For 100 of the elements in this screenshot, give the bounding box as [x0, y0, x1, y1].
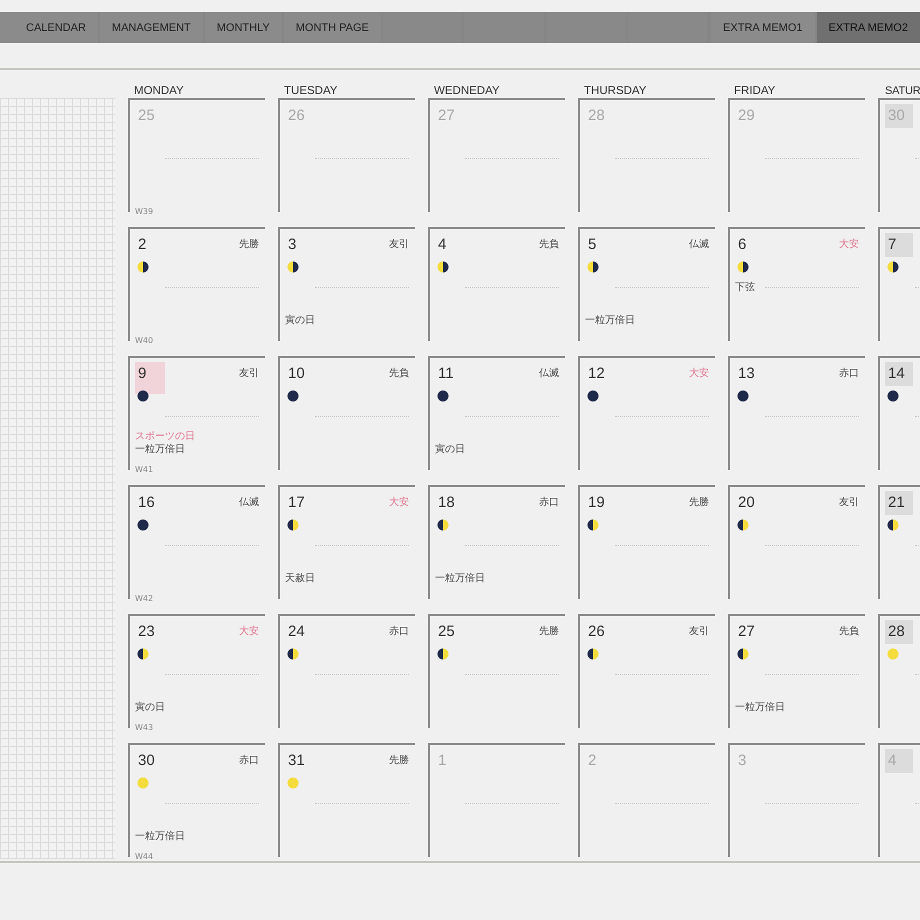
event-label: 寅の日 — [135, 702, 166, 713]
rokuyo-label: 先勝 — [239, 238, 259, 251]
date-number: 5 — [587, 235, 598, 255]
rokuyo-label: 大安 — [839, 238, 859, 251]
event-label: 一粒万倍日 — [135, 444, 186, 455]
nav-tab[interactable]: CALENDAR — [0, 12, 98, 43]
date-number: 1 — [437, 751, 448, 771]
day-cell[interactable]: 4 先負 — [428, 227, 565, 341]
date-number: 10 — [287, 364, 306, 384]
date-number: 12 — [587, 364, 606, 384]
rokuyo-label: 先勝 — [389, 754, 409, 767]
day-cell[interactable]: 27 先負 一粒万倍日 — [728, 614, 865, 728]
nav-tab[interactable]: MONTHLY — [204, 12, 282, 43]
rokuyo-label: 大安 — [389, 496, 409, 509]
date-number: 13 — [737, 364, 756, 384]
date-number: 2 — [137, 235, 148, 255]
rokuyo-label: 友引 — [389, 238, 409, 251]
day-cell[interactable]: 30 赤口 一粒万倍日 W44 — [128, 743, 265, 857]
event-label: スポーツの日 — [135, 431, 196, 442]
day-cell[interactable]: 12 大安 — [578, 356, 715, 470]
date-number: 28 — [885, 620, 913, 644]
day-cell[interactable]: 10 先負 — [278, 356, 415, 470]
day-cell[interactable]: 2 先勝 W40 — [128, 227, 265, 341]
date-number: 14 — [885, 362, 913, 386]
rokuyo-label: 先勝 — [539, 624, 559, 638]
day-cell[interactable]: 11 仏滅 寅の日 — [428, 356, 565, 470]
day-cell[interactable]: 19 先勝 — [578, 485, 715, 599]
day-cell[interactable]: 25 先勝 — [428, 614, 565, 728]
day-cell[interactable]: 9 友引 スポーツの日 一粒万倍日 W41 — [128, 356, 265, 470]
event-label: 一粒万倍日 — [585, 315, 636, 326]
date-number: 4 — [437, 235, 448, 255]
day-cell[interactable]: 28 — [878, 614, 920, 728]
day-cell[interactable]: 24 赤口 — [278, 614, 415, 728]
nav-tab[interactable]: MANAGEMENT — [100, 12, 203, 43]
weekday-label: SATUR — [884, 84, 920, 98]
rokuyo-label: 大安 — [239, 624, 259, 638]
day-cell[interactable]: 14 — [878, 356, 920, 470]
date-number: 27 — [737, 622, 756, 642]
date-number: 24 — [287, 622, 306, 642]
date-number: 25 — [137, 106, 156, 126]
rokuyo-label: 友引 — [689, 625, 709, 638]
rokuyo-label: 友引 — [839, 496, 859, 509]
date-number: 25 — [437, 622, 456, 642]
weekday-label: MONDAY — [133, 84, 185, 98]
date-number: 23 — [137, 622, 156, 642]
event-label: 一粒万倍日 — [735, 702, 786, 713]
rokuyo-label: 先負 — [389, 366, 409, 380]
date-number: 3 — [737, 751, 748, 771]
date-number: 20 — [737, 493, 756, 513]
rokuyo-label: 友引 — [239, 367, 259, 380]
day-cell[interactable]: 26 友引 — [578, 614, 715, 728]
date-number: 16 — [137, 493, 156, 513]
day-cell[interactable]: 13 赤口 — [728, 356, 865, 470]
date-number: 2 — [587, 751, 598, 771]
event-label: 天赦日 — [285, 573, 316, 584]
date-number: 27 — [437, 106, 456, 126]
date-number: 3 — [287, 235, 298, 255]
weekday-label: TUESDAY — [283, 84, 338, 98]
nav-tab[interactable]: MONTH PAGE — [284, 12, 381, 43]
nav-tab[interactable]: EXTRA MEMO2 — [816, 12, 920, 43]
day-cell[interactable]: 17 大安 天赦日 — [278, 485, 415, 599]
rokuyo-label: 仏滅 — [689, 238, 709, 251]
nav-tab[interactable]: EXTRA MEMO1 — [711, 12, 815, 43]
rokuyo-label: 赤口 — [839, 366, 859, 380]
rokuyo-label: 大安 — [689, 366, 709, 380]
day-cell[interactable]: 3 友引 寅の日 — [278, 227, 415, 341]
date-number: 7 — [885, 233, 913, 257]
event-label: 寅の日 — [285, 315, 316, 326]
date-number: 26 — [287, 106, 306, 126]
day-cell[interactable]: 31 先勝 — [278, 743, 415, 857]
date-number: 18 — [437, 493, 456, 513]
rokuyo-label: 仏滅 — [239, 496, 259, 509]
moon-phase-label: 下弦 — [735, 282, 755, 293]
rokuyo-label: 赤口 — [389, 624, 409, 638]
day-cell[interactable]: 6 大安 下弦 — [728, 227, 865, 341]
date-number: 30 — [137, 751, 156, 771]
weekday-label: THURSDAY — [583, 84, 648, 98]
date-number: 31 — [287, 751, 306, 771]
weekday-label: FRIDAY — [733, 84, 776, 98]
event-label: 一粒万倍日 — [435, 573, 486, 584]
day-cell[interactable]: 18 赤口 一粒万倍日 — [428, 485, 565, 599]
day-cell[interactable]: 7 — [878, 227, 920, 341]
date-number: 9 — [135, 362, 165, 394]
rokuyo-label: 先負 — [839, 624, 859, 638]
date-number: 21 — [885, 491, 913, 515]
day-cell[interactable]: 20 友引 — [728, 485, 865, 599]
date-number: 19 — [587, 493, 606, 513]
rokuyo-label: 赤口 — [239, 754, 259, 767]
day-cell[interactable]: 5 仏滅 一粒万倍日 — [578, 227, 715, 341]
event-label: 一粒万倍日 — [135, 831, 186, 842]
rokuyo-label: 仏滅 — [539, 366, 559, 380]
day-cell[interactable]: 21 — [878, 485, 920, 599]
date-number: 29 — [737, 106, 756, 126]
date-number: 28 — [587, 106, 606, 126]
rokuyo-label: 赤口 — [539, 496, 559, 509]
day-cell[interactable]: 16 仏滅 W42 — [128, 485, 265, 599]
day-cell[interactable]: 23 大安 寅の日 W43 — [128, 614, 265, 728]
weekday-label: WEDNEDAY — [433, 84, 501, 98]
rokuyo-label: 先勝 — [689, 496, 709, 509]
rokuyo-label: 先負 — [539, 238, 559, 251]
